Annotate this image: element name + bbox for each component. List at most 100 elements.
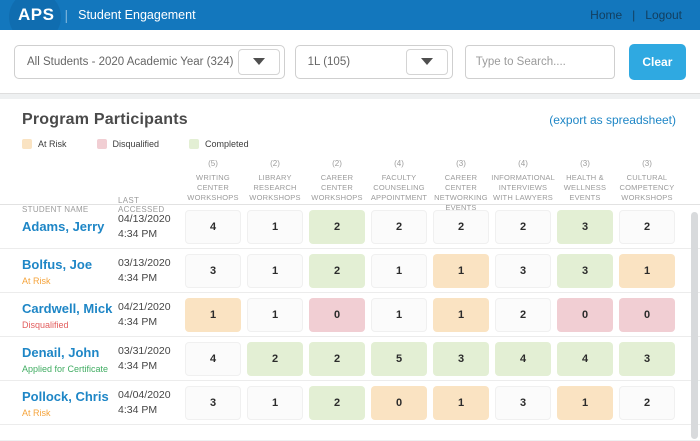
accessed-time: 4:34 PM <box>118 359 158 372</box>
home-link[interactable]: Home <box>590 8 622 22</box>
accessed-time: 4:34 PM <box>118 227 158 240</box>
engagement-count-chip: 1 <box>185 297 241 332</box>
table-row: Bolfus, Joe At Risk 03/13/2020 4:34 PM 3 1 2 1 1… <box>0 249 700 293</box>
legend-label: At Risk <box>38 139 67 149</box>
engagement-count-chip: 3 <box>433 341 489 376</box>
engagement-cell: 3 <box>182 253 244 288</box>
navbar: APS | Student Engagement Home | Logout <box>0 0 700 30</box>
engagement-cell: 0 <box>554 297 616 332</box>
engagement-count-chip: 0 <box>619 297 675 332</box>
accessed-time: 4:34 PM <box>118 271 158 284</box>
column-label: WRITING CENTER WORKSHOPS <box>187 173 239 203</box>
engagement-cell: 2 <box>368 209 430 244</box>
column-count: (5) <box>208 159 218 168</box>
column-count: (2) <box>270 159 280 168</box>
engagement-cell: 1 <box>244 385 306 420</box>
legend-label: Completed <box>205 139 249 149</box>
engagement-cell: 2 <box>492 209 554 244</box>
column-label: CAREER CENTER NETWORKING EVENTS <box>434 173 488 213</box>
column-header: (4) INFORMATIONAL INTERVIEWS WITH LAWYERS <box>491 159 555 214</box>
engagement-count-chip: 4 <box>495 341 551 376</box>
engagement-cell: 3 <box>554 253 616 288</box>
column-count: (4) <box>394 159 404 168</box>
engagement-count-chip: 4 <box>185 209 241 244</box>
engagement-count-chip: 1 <box>619 253 675 288</box>
clear-button[interactable]: Clear <box>628 43 686 80</box>
engagement-cell: 3 <box>616 341 678 376</box>
engagement-count-chip: 3 <box>185 385 241 420</box>
column-header: (2) CAREER CENTER WORKSHOPS <box>306 159 368 214</box>
engagement-count-chip: 2 <box>309 209 365 244</box>
export-link[interactable]: (export as spreadsheet) <box>549 113 676 127</box>
column-header: (3) CAREER CENTER NETWORKING EVENTS <box>430 159 492 214</box>
engagement-cell: 1 <box>430 385 492 420</box>
engagement-count-chip: 3 <box>557 253 613 288</box>
accessed-date: 03/31/2020 <box>118 345 171 358</box>
engagement-cell: 1 <box>554 385 616 420</box>
engagement-cell: 4 <box>492 341 554 376</box>
engagement-cell: 1 <box>368 297 430 332</box>
column-count: (3) <box>642 159 652 168</box>
table-body: Adams, Jerry 04/13/2020 4:34 PM 4 1 2 2 2 2 3 2 Bol… <box>0 205 700 425</box>
engagement-count-chip: 1 <box>433 253 489 288</box>
student-name-link[interactable]: Pollock, Chris <box>22 389 109 404</box>
table-row: Cardwell, Mick Disqualified 04/21/2020 4:34… <box>0 293 700 337</box>
last-accessed-cell: 04/21/2020 4:34 PM <box>118 300 182 328</box>
engagement-count-chip: 1 <box>247 297 303 332</box>
last-accessed-cell: 04/13/2020 4:34 PM <box>118 212 182 240</box>
engagement-cell: 2 <box>306 209 368 244</box>
engagement-count-chip: 1 <box>247 385 303 420</box>
engagement-count-chip: 5 <box>371 341 427 376</box>
engagement-cell: 4 <box>554 341 616 376</box>
engagement-cell: 3 <box>430 341 492 376</box>
accessed-date: 04/13/2020 <box>118 213 171 226</box>
student-name-cell: Adams, Jerry <box>22 218 118 236</box>
column-count: (2) <box>332 159 342 168</box>
engagement-count-chip: 2 <box>309 341 365 376</box>
engagement-cell: 2 <box>616 209 678 244</box>
cohort-dropdown-value: All Students - 2020 Academic Year (324) <box>27 55 234 68</box>
search-input[interactable] <box>464 44 615 79</box>
engagement-count-chip: 1 <box>433 385 489 420</box>
chevron-down-icon[interactable] <box>405 48 448 75</box>
chevron-down-icon[interactable] <box>237 48 280 75</box>
engagement-count-chip: 3 <box>185 253 241 288</box>
column-header: (2) LIBRARY RESEARCH WORKSHOPS <box>244 159 306 214</box>
student-name-link[interactable]: Adams, Jerry <box>22 219 104 234</box>
student-name-cell: Pollock, Chris At Risk <box>22 388 118 418</box>
student-name-link[interactable]: Bolfus, Joe <box>22 257 92 272</box>
engagement-count-chip: 1 <box>371 253 427 288</box>
engagement-cell: 0 <box>368 385 430 420</box>
student-name-cell: Denail, John Applied for Certificate <box>22 344 118 374</box>
scrollbar-thumb[interactable] <box>691 212 698 439</box>
engagement-count-chip: 0 <box>371 385 427 420</box>
accessed-date: 04/21/2020 <box>118 301 171 314</box>
engagement-cell: 2 <box>306 341 368 376</box>
engagement-count-chip: 1 <box>371 297 427 332</box>
engagement-count-chip: 1 <box>433 297 489 332</box>
column-label: CAREER CENTER WORKSHOPS <box>311 173 363 203</box>
student-name-link[interactable]: Cardwell, Mick <box>22 301 112 316</box>
engagement-cell: 3 <box>492 253 554 288</box>
student-name-cell: Bolfus, Joe At Risk <box>22 256 118 286</box>
student-name-link[interactable]: Denail, John <box>22 345 99 360</box>
table-row: Pollock, Chris At Risk 04/04/2020 4:34 PM 3 1… <box>0 381 700 425</box>
engagement-cell: 1 <box>616 253 678 288</box>
engagement-cell: 2 <box>616 385 678 420</box>
engagement-count-chip: 2 <box>433 209 489 244</box>
engagement-count-chip: 2 <box>309 385 365 420</box>
legend-swatch <box>96 139 107 149</box>
cohort-dropdown[interactable]: All Students - 2020 Academic Year (324) <box>14 44 285 79</box>
filter-bar: All Students - 2020 Academic Year (324) … <box>0 30 700 94</box>
engagement-cell: 3 <box>182 385 244 420</box>
engagement-cell: 3 <box>492 385 554 420</box>
engagement-cell: 0 <box>306 297 368 332</box>
table-header-row: STUDENT NAME LAST ACCESSED (5) WRITING CE… <box>0 159 700 214</box>
class-dropdown[interactable]: 1L (105) <box>294 44 453 79</box>
scrollbar-track[interactable] <box>691 212 698 439</box>
logout-link[interactable]: Logout <box>645 8 682 22</box>
column-header: (5) WRITING CENTER WORKSHOPS <box>182 159 244 214</box>
engagement-count-chip: 2 <box>309 253 365 288</box>
legend-item: Disqualified <box>96 139 159 149</box>
navbar-divider: | <box>64 7 69 23</box>
